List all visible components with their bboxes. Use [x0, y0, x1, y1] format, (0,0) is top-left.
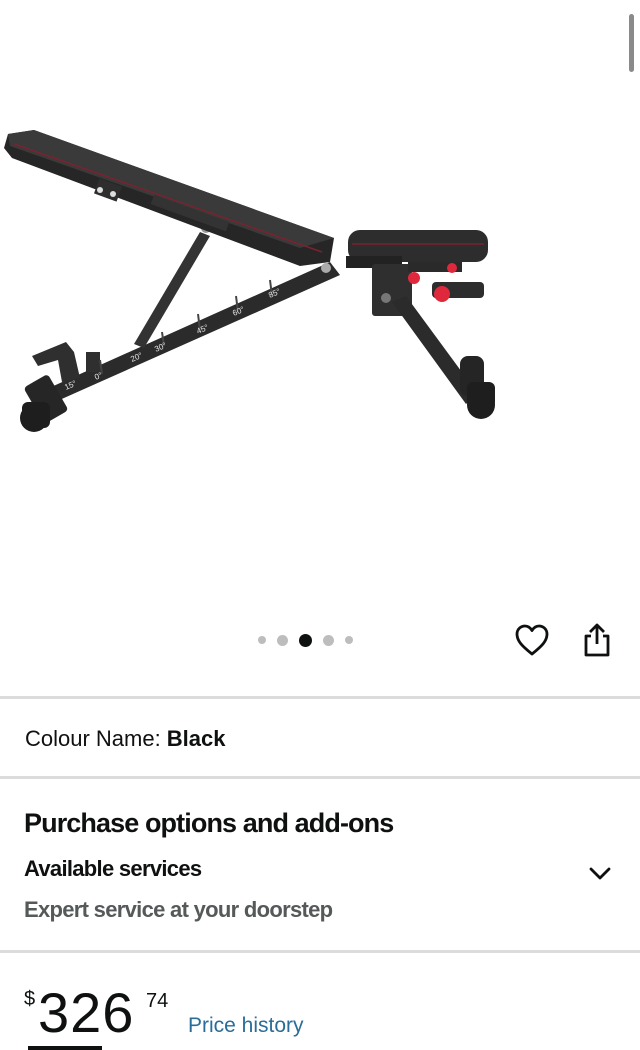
product-image[interactable]: 15° 0° 20° 30° 45° 60° 85° [0, 100, 640, 460]
price-whole: 326 [38, 981, 135, 1044]
carousel-dot[interactable] [258, 636, 266, 644]
share-button[interactable] [575, 618, 619, 662]
divider [0, 950, 640, 953]
price-fraction: 74 [146, 990, 169, 1012]
scroll-indicator[interactable] [629, 14, 634, 72]
carousel-dot[interactable] [345, 636, 353, 644]
heart-icon [515, 624, 549, 656]
carousel-dot-active[interactable] [299, 633, 312, 647]
carousel-dot[interactable] [277, 634, 288, 646]
divider [0, 696, 640, 699]
wishlist-button[interactable] [510, 618, 554, 662]
price-history-link[interactable]: Price history [188, 1014, 304, 1038]
tab-indicator [28, 1046, 102, 1050]
colour-label: Colour Name: [25, 726, 161, 751]
colour-selector[interactable]: Colour Name: Black [25, 726, 225, 752]
carousel-dots [258, 630, 353, 650]
colour-value: Black [166, 726, 226, 751]
divider [0, 776, 640, 779]
services-detail: Expert service at your doorstep [24, 897, 333, 922]
available-services-label[interactable]: Available services [24, 856, 202, 882]
share-icon [584, 623, 610, 657]
chevron-down-icon[interactable] [586, 860, 614, 888]
purchase-options-title: Purchase options and add-ons [24, 808, 394, 838]
price-symbol: $ [24, 988, 36, 1010]
carousel-dot[interactable] [323, 634, 334, 646]
